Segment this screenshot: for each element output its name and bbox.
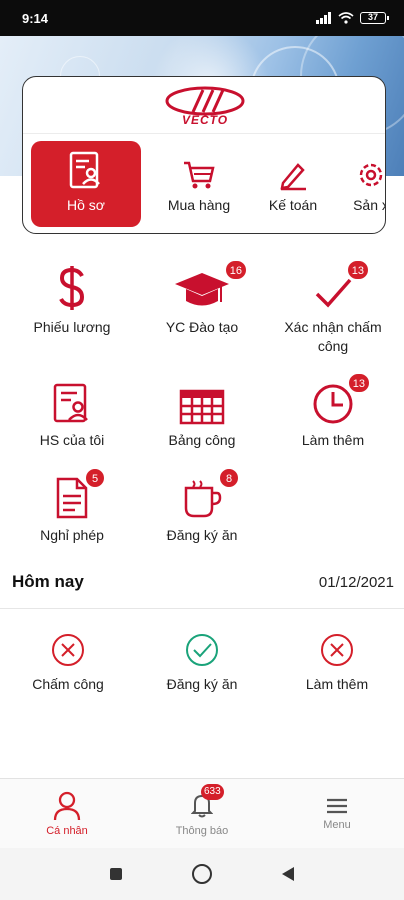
feature-label: Phiếu lương (33, 319, 111, 335)
profile-doc-icon (69, 151, 100, 189)
battery-icon: 37 (360, 12, 389, 24)
profile-doc-icon (53, 383, 88, 423)
check-icon (315, 278, 352, 308)
feature-label: Làm thêm (301, 432, 365, 448)
signal-icon (316, 12, 331, 24)
notification-badge: 633 (201, 783, 224, 800)
feature-label: HS của tôi (39, 432, 105, 448)
module-card: VECTO Hồ sơ Mua hàng Kế toán Sản x (22, 76, 386, 234)
feature-phieu-luong[interactable]: Phiếu lương (7, 262, 137, 337)
status-time: 9:14 (22, 10, 49, 26)
check-circle-icon (186, 634, 218, 666)
feature-label: Đăng ký ăn (166, 527, 238, 543)
today-divider (0, 608, 404, 609)
notification-badge: 16 (224, 260, 247, 280)
notification-badge: 5 (85, 468, 105, 488)
person-icon (53, 791, 81, 821)
today-item-label: Chấm công (32, 676, 104, 692)
status-bar: 9:14 37 (0, 0, 404, 36)
wifi-icon (338, 12, 354, 24)
feature-xac-nhan-cham-cong[interactable]: 13 Xác nhận chấm công (268, 260, 398, 356)
nav-thong-bao[interactable]: 633 Thông báo (135, 779, 269, 849)
module-label: Kế toán (268, 197, 318, 213)
coffee-cup-icon (184, 480, 222, 518)
feature-label: YC Đào tạo (165, 319, 239, 335)
module-label: Sản x (353, 197, 386, 213)
feature-label: Bảng công (168, 432, 236, 448)
system-nav-bar (0, 848, 404, 900)
pencil-icon (280, 163, 306, 191)
today-title: Hôm nay (12, 572, 84, 591)
status-icons: 37 (316, 12, 389, 24)
hamburger-icon (327, 798, 347, 814)
cart-icon (184, 161, 215, 189)
nav-label: Cá nhân (46, 825, 88, 837)
today-header: Hôm nay 01/12/2021 (12, 572, 394, 592)
recents-icon[interactable] (110, 868, 122, 880)
feature-label: Nghỉ phép (40, 527, 104, 543)
notification-badge: 8 (219, 468, 239, 488)
today-item-label: Đăng ký ăn (166, 676, 238, 692)
nav-label: Thông báo (175, 824, 229, 837)
home-icon[interactable] (192, 864, 212, 884)
feature-hs-cua-toi[interactable]: HS của tôi (7, 375, 137, 450)
nav-ca-nhan[interactable]: Cá nhân (0, 779, 134, 849)
feature-label: Xác nhận chấm công (284, 319, 382, 354)
feature-dang-ky-an[interactable]: 8 Đăng ký ăn (137, 468, 267, 545)
today-item-label: Làm thêm (305, 676, 369, 692)
card-divider (23, 133, 385, 134)
bottom-nav: Cá nhân 633 Thông báo Menu (0, 778, 404, 848)
graduation-cap-icon (175, 273, 229, 306)
module-ke-toan[interactable]: Kế toán (253, 141, 333, 227)
logo-text: VECTO (181, 113, 229, 127)
nav-menu[interactable]: Menu (270, 779, 404, 849)
notification-badge: 13 (346, 260, 369, 280)
module-mua-hang[interactable]: Mua hàng (157, 141, 241, 227)
dollar-icon (59, 266, 85, 310)
x-circle-icon (321, 634, 353, 666)
feature-bang-cong[interactable]: Bảng công (137, 375, 267, 450)
document-icon (56, 477, 88, 519)
today-lam-them[interactable]: Làm thêm (272, 632, 402, 692)
nav-label: Menu (323, 819, 351, 831)
back-icon[interactable] (282, 867, 294, 881)
notification-badge: 13 (347, 373, 370, 393)
gear-icon (359, 163, 383, 187)
feature-nghi-phep[interactable]: 5 Nghỉ phép (7, 468, 137, 545)
clock-icon (313, 384, 353, 424)
module-san-xuat[interactable]: Sản x (341, 141, 386, 227)
table-icon (179, 389, 225, 425)
feature-yc-dao-tao[interactable]: 16 YC Đào tạo (137, 260, 267, 337)
module-ho-so[interactable]: Hồ sơ (31, 141, 141, 227)
x-circle-icon (52, 634, 84, 666)
today-dang-ky-an[interactable]: Đăng ký ăn (137, 632, 267, 692)
module-label: Hồ sơ (67, 197, 105, 213)
feature-lam-them[interactable]: 13 Làm thêm (268, 373, 398, 450)
today-cham-cong[interactable]: Chấm công (3, 632, 133, 692)
module-label: Mua hàng (167, 197, 231, 213)
today-date: 01/12/2021 (318, 573, 394, 591)
